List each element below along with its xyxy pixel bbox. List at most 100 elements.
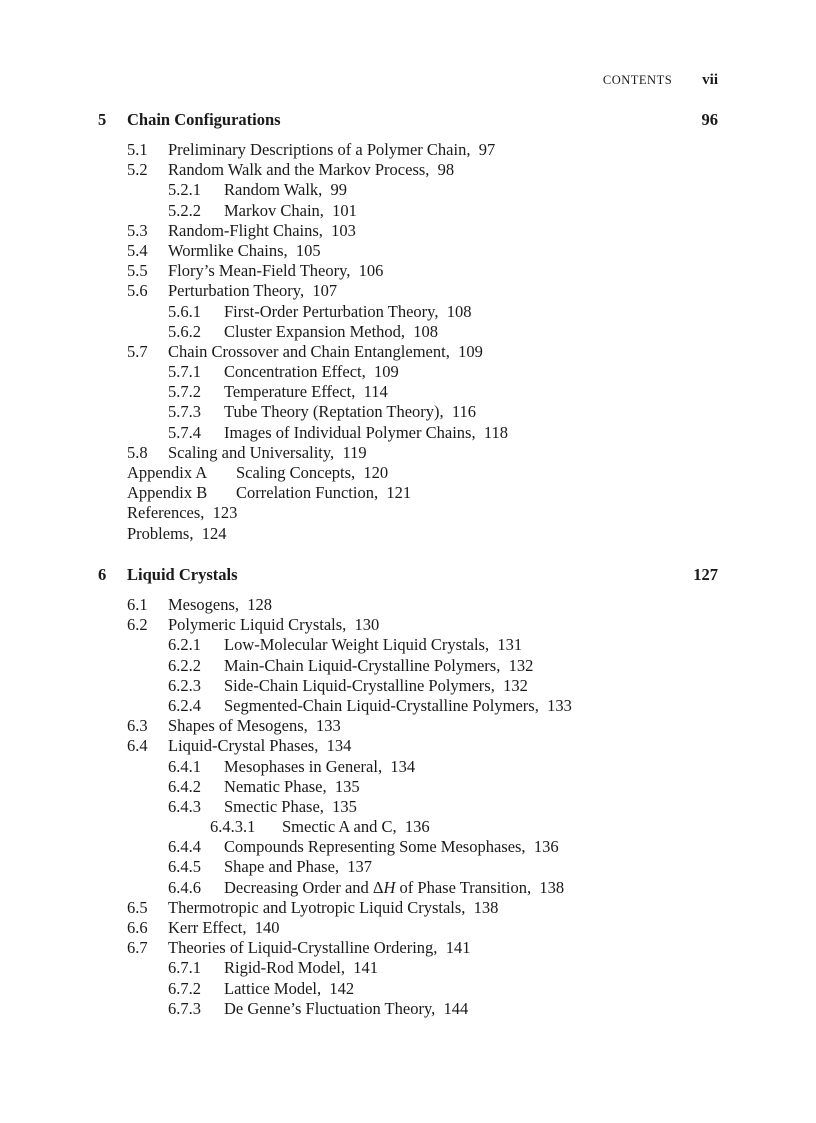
- chapter-5-section: 5 Chain Configurations 96 5.1 Preliminary…: [98, 110, 718, 544]
- toc-entry-title: Rigid-Rod Model,: [224, 958, 346, 978]
- toc-entry[interactable]: 6.1 Mesogens, 128: [98, 595, 718, 615]
- toc-entry[interactable]: 6.4.2 Nematic Phase, 135: [98, 777, 718, 797]
- toc-entry[interactable]: 5.7.2 Temperature Effect, 114: [98, 382, 718, 402]
- toc-entry-page: 106: [358, 261, 384, 281]
- toc-entry[interactable]: 5.3 Random-Flight Chains, 103: [98, 221, 718, 241]
- toc-entry[interactable]: 5.1 Preliminary Descriptions of a Polymer…: [98, 140, 718, 160]
- toc-entry-page: 98: [437, 160, 455, 180]
- toc-entry-spacer: [495, 676, 503, 695]
- toc-entry-page: 133: [316, 716, 341, 736]
- toc-entry-page: 134: [326, 736, 352, 756]
- chapter-6-section: 6 Liquid Crystals 127 6.1 Mesogens, 128 6.…: [98, 565, 718, 1019]
- toc-entry-page: 123: [212, 503, 238, 523]
- toc-entry[interactable]: 6.2.4 Segmented-Chain Liquid-Crystalline …: [98, 696, 718, 716]
- toc-entry-title: Shapes of Mesogens,: [168, 716, 308, 736]
- toc-entry-spacer: [526, 837, 534, 856]
- toc-entry[interactable]: 5.2.2 Markov Chain, 101: [98, 201, 718, 221]
- toc-entry-page: 132: [503, 675, 528, 695]
- toc-entry[interactable]: Appendix B Correlation Function, 121: [98, 483, 718, 503]
- toc-entry-page: 105: [295, 240, 321, 260]
- toc-entry-number: 6.2: [127, 615, 148, 635]
- toc-entry-number: 5.6: [127, 281, 148, 301]
- toc-entry[interactable]: 6.5 Thermotropic and Lyotropic Liquid Cry…: [98, 898, 718, 918]
- toc-entry-title: Correlation Function,: [236, 483, 379, 503]
- toc-entry-list: 6.1 Mesogens, 128 6.2 Polymeric Liquid Crys…: [98, 595, 718, 1019]
- toc-entry[interactable]: 6.2.3 Side-Chain Liquid-Crystalline Polym…: [98, 676, 718, 696]
- toc-entry-number: 5.5: [127, 261, 148, 281]
- toc-entry-number: Appendix B: [127, 483, 208, 503]
- toc-entry-number: 6.1: [127, 595, 148, 614]
- toc-entry-number: 6.7: [127, 938, 148, 958]
- toc-entry[interactable]: 6.2 Polymeric Liquid Crystals, 130: [98, 615, 718, 635]
- toc-entry-spacer: [450, 342, 458, 361]
- toc-entry[interactable]: 5.5 Flory’s Mean-Field Theory, 106: [98, 261, 718, 281]
- toc-entry[interactable]: 6.4.1 Mesophases in General, 134: [98, 757, 718, 777]
- toc-entry[interactable]: References, 123: [98, 503, 718, 523]
- toc-entry-title: Nematic Phase,: [224, 776, 327, 796]
- toc-entry[interactable]: 6.4.5 Shape and Phase, 137: [98, 857, 718, 877]
- toc-entry[interactable]: 5.7.3 Tube Theory (Reptation Theory), 116: [98, 402, 718, 422]
- toc-entry-number: 6.4.5: [168, 857, 201, 877]
- toc-entry[interactable]: 6.4.4 Compounds Representing Some Mesopha…: [98, 837, 718, 857]
- toc-entry[interactable]: 6.2.1 Low-Molecular Weight Liquid Crystal…: [98, 635, 718, 655]
- toc-entry[interactable]: 6.7.2 Lattice Model, 142: [98, 979, 718, 999]
- toc-entry-title: Random Walk,: [224, 180, 323, 200]
- toc-entry[interactable]: 6.4.6 Decreasing Order and ΔH of Phase Tr…: [98, 878, 718, 898]
- toc-entry[interactable]: 5.2.1 Random Walk, 99: [98, 180, 718, 200]
- toc-entry-title: Chain Crossover and Chain Entanglement,: [168, 341, 450, 361]
- toc-entry-page: 119: [342, 442, 367, 462]
- toc-entry-page: 142: [329, 978, 355, 998]
- toc-entry-title: Compounds Representing Some Mesophases,: [224, 837, 526, 857]
- chapter-heading[interactable]: 5 Chain Configurations 96: [98, 110, 718, 130]
- toc-entry[interactable]: 6.2.2 Main-Chain Liquid-Crystalline Polym…: [98, 656, 718, 676]
- toc-entry[interactable]: Appendix A Scaling Concepts, 120: [98, 463, 718, 483]
- toc-entry[interactable]: 5.8 Scaling and Universality, 119: [98, 443, 718, 463]
- toc-entry-number: Appendix A: [127, 463, 208, 482]
- toc-entry-number: 5.7.1: [168, 362, 201, 382]
- toc-entry[interactable]: 6.4 Liquid-Crystal Phases, 134: [98, 736, 718, 756]
- toc-entry-page: 138: [473, 897, 499, 917]
- toc-entry-number: 6.4.6: [168, 877, 201, 897]
- toc-entry[interactable]: 6.4.3.1 Smectic A and C, 136: [98, 817, 718, 837]
- toc-entry-title: Thermotropic and Lyotropic Liquid Crysta…: [168, 897, 466, 917]
- toc-entry[interactable]: 5.7 Chain Crossover and Chain Entanglemen…: [98, 342, 718, 362]
- toc-entry[interactable]: 5.6.2 Cluster Expansion Method, 108: [98, 322, 718, 342]
- toc-entry-number: 6.2.4: [168, 695, 201, 715]
- toc-entry-spacer: [429, 160, 437, 179]
- toc-entry[interactable]: 5.2 Random Walk and the Markov Process, 9…: [98, 160, 718, 180]
- toc-entry-title: Tube Theory (Reptation Theory),: [224, 402, 444, 422]
- toc-entry-spacer: [322, 180, 330, 199]
- toc-entry-page: 101: [332, 200, 357, 220]
- toc-entry-spacer: [470, 140, 478, 159]
- chapter-number: 5: [98, 110, 107, 129]
- toc-entry-number: 5.8: [127, 442, 148, 462]
- toc-entry-title: Shape and Phase,: [224, 857, 340, 877]
- toc-entry[interactable]: 6.7 Theories of Liquid-Crystalline Orderi…: [98, 938, 718, 958]
- toc-entry[interactable]: 6.3 Shapes of Mesogens, 133: [98, 716, 718, 736]
- toc-entry-spacer: [435, 999, 443, 1018]
- toc-entry[interactable]: 5.7.1 Concentration Effect, 109: [98, 362, 718, 382]
- toc-entry[interactable]: Problems, 124: [98, 524, 718, 544]
- toc-entry-spacer: [539, 696, 547, 715]
- toc-entry-number: 6.4: [127, 736, 148, 756]
- toc-entry[interactable]: 5.4 Wormlike Chains, 105: [98, 241, 718, 261]
- toc-entry-title: Segmented-Chain Liquid-Crystalline Polym…: [224, 695, 539, 715]
- toc-entry-title: Polymeric Liquid Crystals,: [168, 615, 347, 635]
- toc-entry-title: Problems,: [127, 523, 194, 543]
- toc-entry-number: 5.2: [127, 160, 148, 180]
- toc-entry[interactable]: 5.7.4 Images of Individual Polymer Chains…: [98, 423, 718, 443]
- toc-entry[interactable]: 5.6 Perturbation Theory, 107: [98, 281, 718, 301]
- toc-entry[interactable]: 5.6.1 First-Order Perturbation Theory, 10…: [98, 302, 718, 322]
- toc-entry-number: 5.2.2: [168, 200, 201, 220]
- toc-entry-title: Mesogens,: [168, 595, 240, 614]
- toc-entry-page: 108: [413, 321, 439, 341]
- toc-entry[interactable]: 6.7.3 De Genne’s Fluctuation Theory, 144: [98, 999, 718, 1019]
- toc-entry-page: 109: [373, 362, 399, 382]
- toc-entry[interactable]: 6.6 Kerr Effect, 140: [98, 918, 718, 938]
- toc-entry-spacer: [204, 503, 212, 522]
- chapter-heading[interactable]: 6 Liquid Crystals 127: [98, 565, 718, 585]
- toc-entry[interactable]: 6.4.3 Smectic Phase, 135: [98, 797, 718, 817]
- toc-entry[interactable]: 6.7.1 Rigid-Rod Model, 141: [98, 958, 718, 978]
- toc-entry-title: Side-Chain Liquid-Crystalline Polymers,: [224, 675, 495, 695]
- toc-entry-spacer: [308, 716, 316, 735]
